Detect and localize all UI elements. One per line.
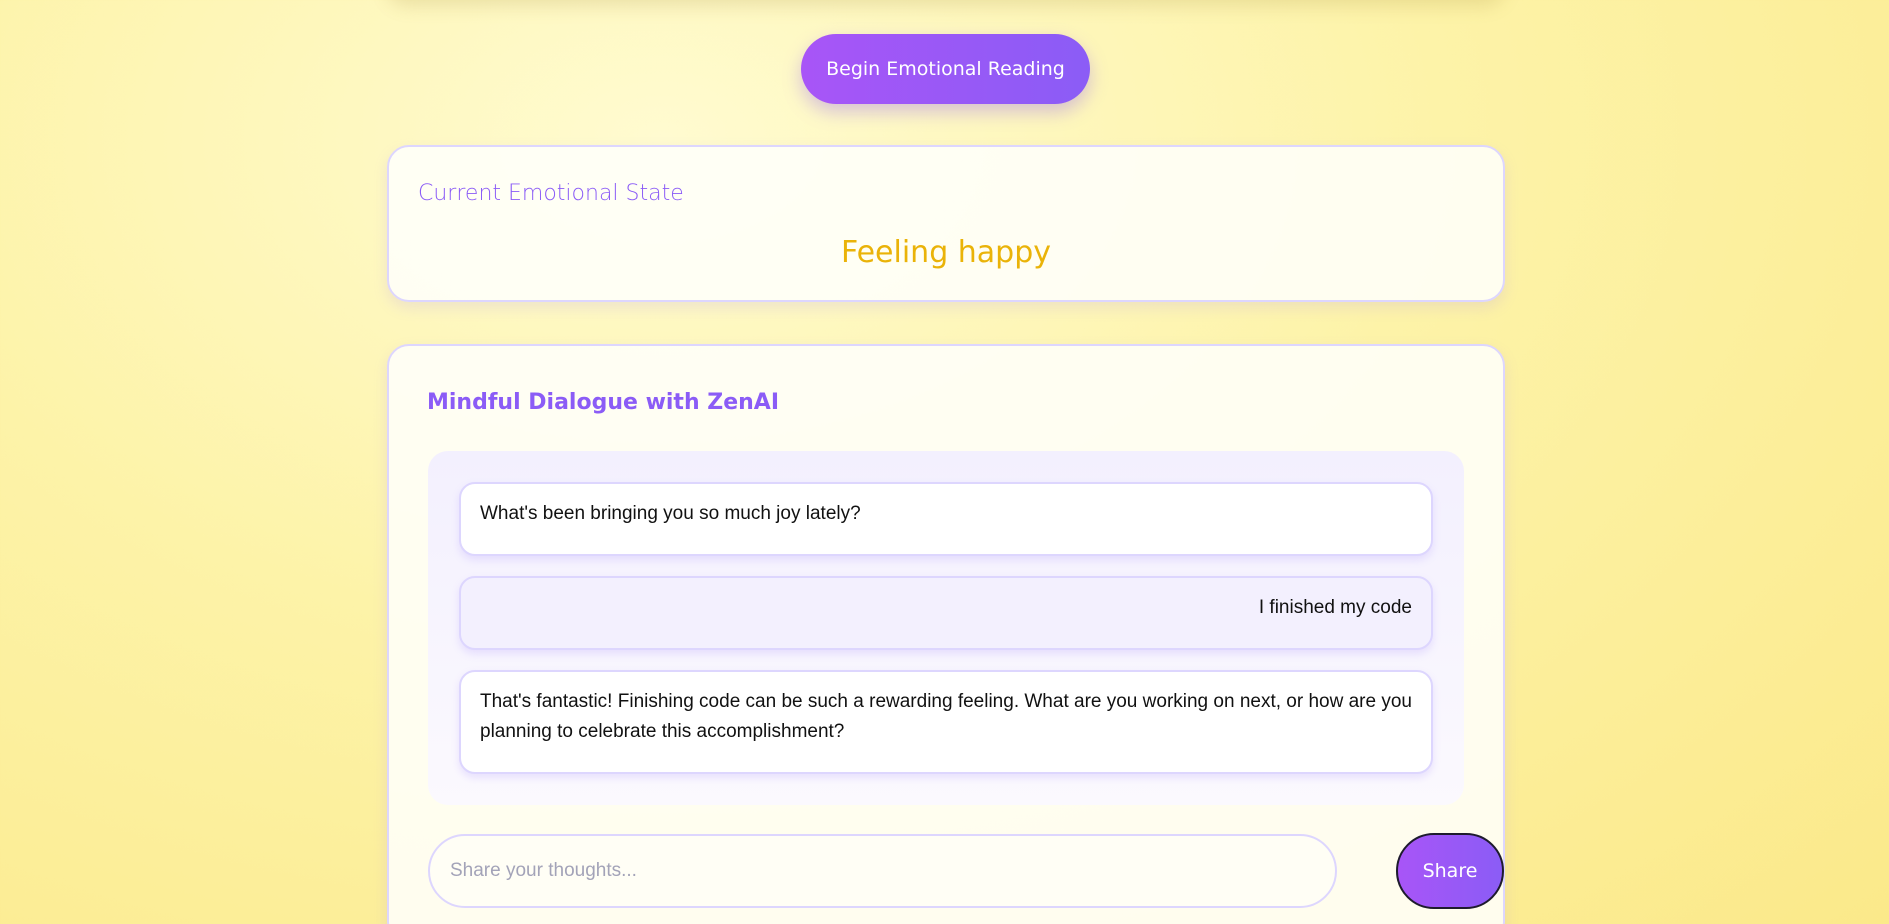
emotional-state-card: Current Emotional State Feeling happy [387,145,1505,302]
dialogue-card: Mindful Dialogue with ZenAI What's been … [387,344,1505,924]
begin-emotional-reading-button[interactable]: Begin Emotional Reading [801,34,1090,104]
emotional-state-title: Current Emotional State [418,181,684,206]
share-thoughts-input[interactable] [428,834,1337,908]
share-button[interactable]: Share [1396,833,1504,909]
ai-message: What's been bringing you so much joy lat… [459,482,1433,556]
dialogue-title: Mindful Dialogue with ZenAI [427,390,780,415]
ai-message: That's fantastic! Finishing code can be … [459,670,1433,774]
emotional-state-value: Feeling happy [840,235,1052,270]
chat-history[interactable]: What's been bringing you so much joy lat… [428,451,1464,805]
user-message: I finished my code [459,576,1433,650]
message-input-row: Share [428,833,1504,909]
